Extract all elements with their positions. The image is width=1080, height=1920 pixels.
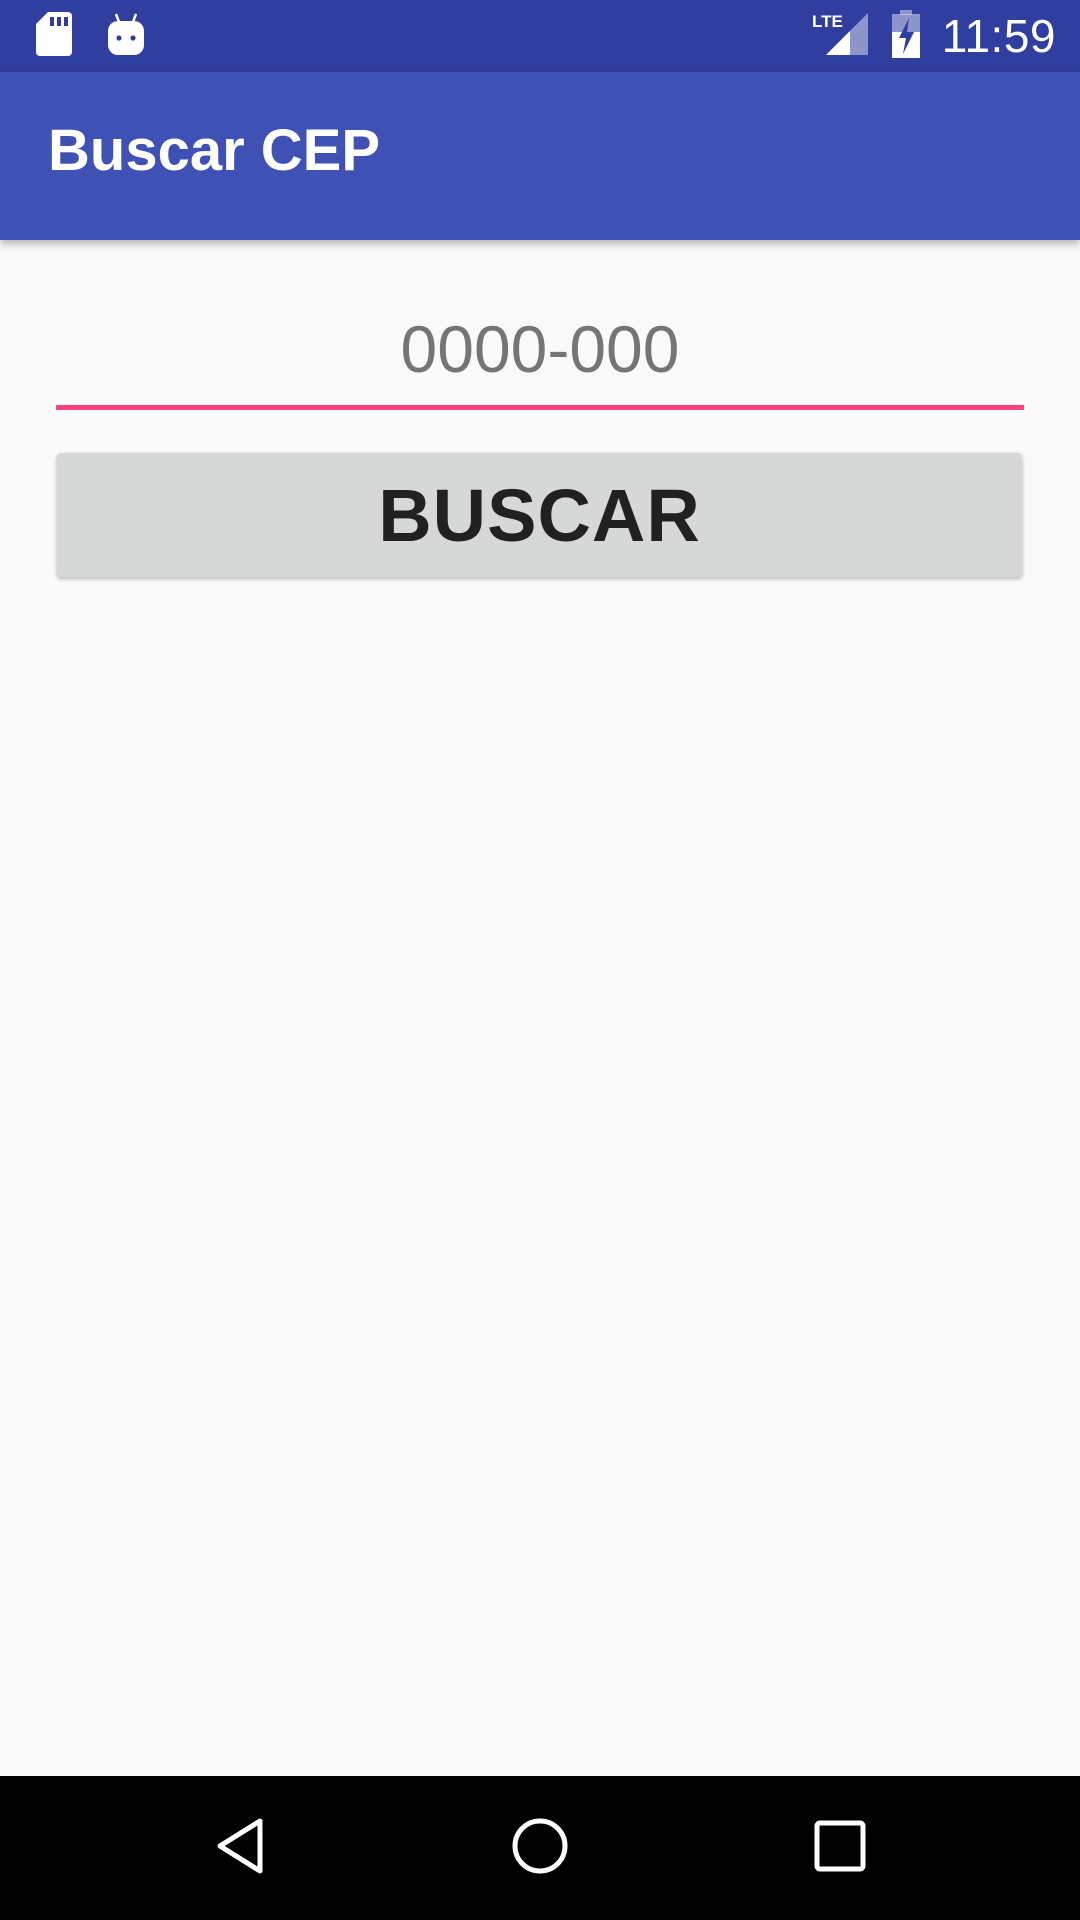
lte-label: LTE: [812, 12, 843, 31]
home-icon: [510, 1816, 570, 1880]
cep-input[interactable]: [56, 300, 1024, 410]
screen: LTE 11:59 Buscar CEP BUSCAR: [0, 0, 1080, 1920]
recents-icon: [810, 1816, 870, 1880]
lte-signal-icon: LTE: [812, 11, 870, 61]
notification-icons: [36, 12, 146, 60]
system-icons: LTE 11:59: [812, 0, 1056, 72]
recents-button[interactable]: [790, 1798, 890, 1898]
home-button[interactable]: [490, 1798, 590, 1898]
app-bar: Buscar CEP: [0, 72, 1080, 240]
status-time: 11:59: [941, 10, 1056, 62]
sd-card-icon: [36, 12, 72, 60]
search-button[interactable]: BUSCAR: [57, 453, 1022, 577]
cep-field: [56, 300, 1024, 416]
back-icon: [210, 1816, 270, 1880]
battery-charging-icon: [890, 10, 922, 62]
navigation-bar: [0, 1776, 1080, 1920]
app-title: Buscar CEP: [48, 118, 381, 183]
status-bar: LTE 11:59: [0, 0, 1080, 72]
back-button[interactable]: [190, 1798, 290, 1898]
android-icon: [106, 12, 146, 60]
